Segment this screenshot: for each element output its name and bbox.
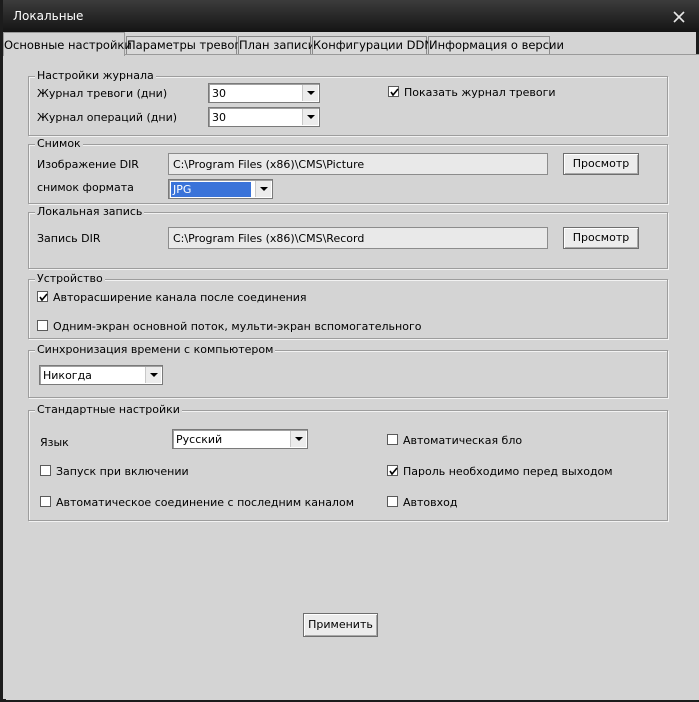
snapshot-format-select[interactable]: JPG [168,179,273,199]
auto-connect-label: Автоматическое соединение с последним ка… [56,496,354,509]
standard-settings-legend: Стандартные настройки [35,403,182,416]
auto-login-label: Автовход [403,496,458,509]
time-sync-select[interactable]: Никогда [39,365,163,385]
single-screen-label: Одним-экран основной поток, мульти-экран… [53,320,422,333]
chevron-down-icon [145,367,161,383]
tab-general[interactable]: Основные настройки [3,32,132,56]
tab-alarm-params[interactable]: Параметры тревоги [126,36,248,54]
close-button[interactable] [669,8,689,26]
snapshot-format-value: JPG [171,182,251,197]
alarm-log-days-value: 30 [212,87,226,100]
checkmark-icon [389,467,398,476]
single-screen-checkbox[interactable] [37,320,48,331]
chevron-down-icon [302,109,318,125]
title-bar[interactable]: Локальные [3,0,699,32]
tab-record-plan[interactable]: План записи [238,36,315,54]
record-dir-label: Запись DIR [37,232,101,245]
auto-lock-label: Автоматическая блоки [403,434,522,447]
time-sync-value: Никогда [43,369,92,382]
snapshot-dir-field[interactable]: C:\Program Files (x86)\CMS\Picture [168,153,548,175]
language-value: Русский [176,433,223,446]
record-dir-field[interactable]: C:\Program Files (x86)\CMS\Record [168,227,548,249]
show-alarm-log-checkbox[interactable] [388,86,399,97]
tab-version-info[interactable]: Информация о версии [428,36,564,54]
device-legend: Устройство [35,272,105,285]
show-alarm-log-label: Показать журнал тревоги [404,86,556,99]
auto-expand-label: Авторасширение канала после соединения [53,291,307,304]
chevron-down-icon [302,85,318,101]
settings-window: Локальные Основные настройки Параметры т… [0,0,699,702]
snapshot-dir-value: C:\Program Files (x86)\CMS\Picture [173,158,365,171]
snapshot-browse-button[interactable]: Просмотр [563,153,639,175]
ops-log-label: Журнал операций (дни) [37,111,178,124]
chevron-down-icon [255,181,271,197]
checkmark-icon [39,293,48,302]
snapshot-legend: Снимок [35,137,83,150]
local-record-legend: Локальная запись [35,205,145,218]
checkmark-icon [390,88,399,97]
startup-checkbox[interactable] [40,465,51,476]
alarm-log-days-select[interactable]: 30 [208,83,320,103]
ops-log-days-value: 30 [212,111,226,124]
record-browse-button[interactable]: Просмотр [563,227,639,249]
time-sync-legend: Синхронизация времени с компьютером [35,343,276,356]
log-settings-group: Настройки журнала [28,69,668,136]
password-exit-checkbox[interactable] [387,465,398,476]
chevron-down-icon [290,431,306,447]
window-title: Локальные [13,9,84,23]
tab-ddns[interactable]: Конфигурации DDNS [312,36,440,54]
auto-lock-checkbox[interactable] [387,434,398,445]
record-dir-value: C:\Program Files (x86)\CMS\Record [173,232,365,245]
auto-expand-checkbox[interactable] [37,291,48,302]
alarm-log-label: Журнал тревоги (дни) [37,87,168,100]
ops-log-days-select[interactable]: 30 [208,107,320,127]
snapshot-dir-label: Изображение DIR [37,158,139,171]
apply-button[interactable]: Применить [303,613,378,637]
snapshot-format-label: снимок формата [37,181,134,194]
log-settings-legend: Настройки журнала [35,69,156,82]
auto-connect-checkbox[interactable] [40,496,51,507]
startup-label: Запуск при включении [56,465,189,478]
close-icon [673,11,685,23]
auto-login-checkbox[interactable] [387,496,398,507]
language-select[interactable]: Русский [172,429,308,449]
password-exit-label: Пароль необходимо перед выходом [403,465,613,478]
language-label: Язык [40,436,69,449]
